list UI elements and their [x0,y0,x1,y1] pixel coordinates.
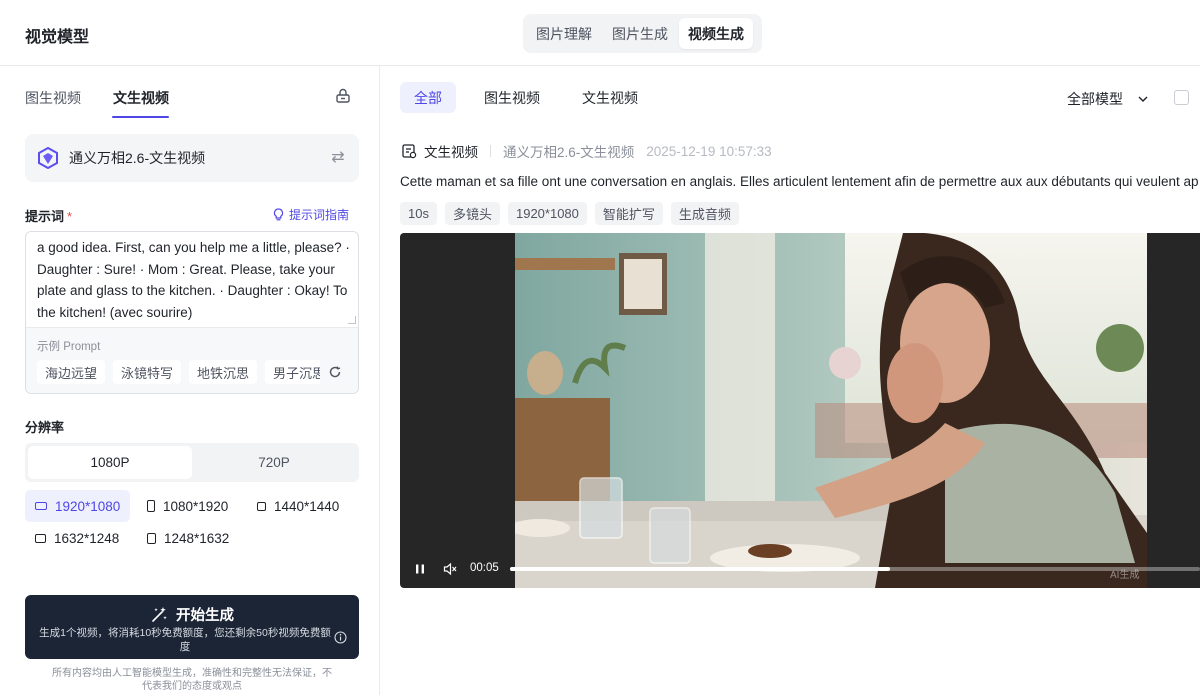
generate-button-label: 开始生成 [176,608,234,624]
example-chip[interactable]: 海边远望 [37,360,106,384]
prompt-input-box: a good idea. First, can you help me a li… [25,231,359,394]
prompt-guide-link[interactable]: 提示词指南 [272,206,349,223]
results-panel: 全部 图生视频 文生视频 全部模型 文生视频 通义万相2.6-文生视频 2025… [381,66,1200,695]
model-filter-label: 全部模型 [1067,91,1123,107]
mode-tabs: 图片理解 图片生成 视频生成 [523,14,762,53]
result-timestamp: 2025-12-19 10:57:33 [646,143,772,159]
example-prompts: 示例 Prompt 海边远望 泳镜特写 地铁沉思 男子沉思 [26,327,358,393]
ratio-option-1920x1080[interactable]: 1920*1080 [25,490,131,522]
history-icon[interactable] [335,88,351,104]
ratio-label: 1080*1920 [163,498,229,514]
landscape-ratio-icon [35,502,47,510]
prompt-guide-label: 提示词指南 [289,208,350,222]
ratio-option-1248x1632[interactable]: 1248*1632 [137,522,239,554]
video-controls: 00:05 [400,551,1200,588]
app-title: 视觉模型 [25,29,90,46]
square-ratio-icon [257,501,266,511]
filter-image-to-video[interactable]: 图生视频 [470,82,554,113]
ratio-label: 1440*1440 [274,498,340,514]
current-time: 00:05 [470,562,499,574]
result-meta: 文生视频 通义万相2.6-文生视频 2025-12-19 10:57:33 [401,141,772,161]
lightbulb-icon [273,208,284,221]
tongyi-logo-icon [38,147,58,169]
video-frame [515,233,1147,588]
prompt-label: 提示词 * [25,206,72,225]
prompt-label-text: 提示词 [25,209,65,224]
progress-fill [510,567,890,571]
magic-wand-icon [152,606,167,622]
model-filter-dropdown[interactable]: 全部模型 [1067,89,1149,109]
resolution-option-720p[interactable]: 720P [192,446,356,479]
ratio-option-1440x1440[interactable]: 1440*1440 [247,490,349,522]
resolution-option-1080p[interactable]: 1080P [28,446,192,479]
refresh-icon[interactable] [328,365,342,379]
meta-divider [490,145,491,157]
video-player[interactable]: 00:05 AI生成 [400,233,1200,588]
tag-multi-shot: 多镜头 [444,202,500,225]
example-chip[interactable]: 泳镜特写 [113,360,182,384]
result-description: Cette maman et sa fille ont une conversa… [400,174,1199,189]
active-tab-indicator [112,116,169,118]
model-selector[interactable]: 通义万相2.6-文生视频 ⇄ [25,134,359,182]
chevron-down-icon [1138,96,1148,102]
generate-quota-text: 生成1个视频，将消耗10秒免费额度，您还剩余50秒视频免费额度 [39,627,331,653]
result-type: 文生视频 [424,145,478,160]
tag-audio: 生成音频 [670,202,739,225]
left-panel: 图生视频 文生视频 通义万相2.6-文生视频 ⇄ 提示词 * 提示词指南 a go… [0,66,380,695]
tab-text-to-video[interactable]: 文生视频 [113,88,169,108]
ratio-option-1632x1248[interactable]: 1632*1248 [25,522,129,554]
top-header: 视觉模型 图片理解 图片生成 视频生成 [0,0,1200,66]
landscape-ratio-icon [35,533,46,543]
resolution-label: 分辨率 [25,420,65,435]
progress-bar[interactable] [510,567,1200,571]
ai-watermark: AI生成 [1110,570,1140,581]
ratio-label: 1632*1248 [54,530,120,546]
info-icon[interactable] [334,631,347,644]
required-mark: * [67,209,73,224]
tab-image-to-video[interactable]: 图生视频 [25,88,81,108]
resolution-toggle: 1080P 720P [25,443,359,482]
mute-icon[interactable] [443,562,458,576]
example-chip-list: 海边远望 泳镜特写 地铁沉思 男子沉思 [37,360,320,384]
ratio-label: 1920*1080 [55,498,121,514]
tag-duration: 10s [400,202,437,225]
video-frame-image [515,233,1147,588]
result-model: 通义万相2.6-文生视频 [503,145,635,160]
text-video-icon [402,144,417,159]
ratio-label: 1248*1632 [164,530,230,546]
swap-icon[interactable]: ⇄ [329,149,347,167]
portrait-ratio-icon [147,532,156,544]
model-name: 通义万相2.6-文生视频 [69,150,206,166]
tag-resolution: 1920*1080 [507,202,587,225]
tag-smart-expand: 智能扩写 [594,202,663,225]
disclaimer-text: 所有内容均由人工智能模型生成，准确性和完整性无法保证，不代表我们的态度或观点 [52,668,332,692]
filter-all[interactable]: 全部 [400,82,456,113]
generate-button[interactable]: 开始生成 生成1个视频，将消耗10秒免费额度，您还剩余50秒视频免费额度 [25,595,359,659]
tab-image-understanding[interactable]: 图片理解 [527,18,601,49]
example-title: 示例 Prompt [37,341,101,353]
select-checkbox[interactable] [1174,90,1189,105]
resize-handle[interactable] [348,316,356,324]
portrait-ratio-icon [147,500,155,512]
tab-image-generation[interactable]: 图片生成 [603,18,677,49]
tab-video-generation[interactable]: 视频生成 [679,18,753,49]
generate-button-main: 开始生成 [25,604,359,625]
example-chip[interactable]: 地铁沉思 [189,360,258,384]
pause-icon[interactable] [414,563,426,575]
filter-text-to-video[interactable]: 文生视频 [568,82,652,113]
result-tags: 10s 多镜头 1920*1080 智能扩写 生成音频 [400,202,739,225]
prompt-textarea[interactable]: a good idea. First, can you help me a li… [37,237,353,327]
ratio-option-1080x1920[interactable]: 1080*1920 [137,490,238,522]
example-chip[interactable]: 男子沉思 [265,360,320,384]
